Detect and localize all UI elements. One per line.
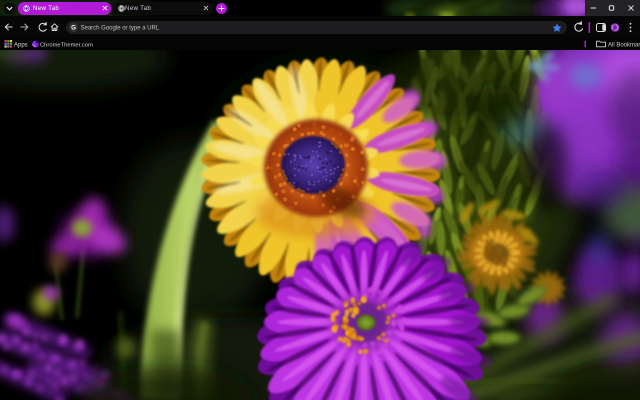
svg-text:Search Google or type a URL: Search Google or type a URL [81,26,160,32]
svg-text:Apps: Apps [14,43,28,49]
svg-text:G: G [71,25,76,32]
svg-text:ChromeThemer.com: ChromeThemer.com [40,42,93,48]
svg-text:All Bookmarks: All Bookmarks [608,42,640,48]
